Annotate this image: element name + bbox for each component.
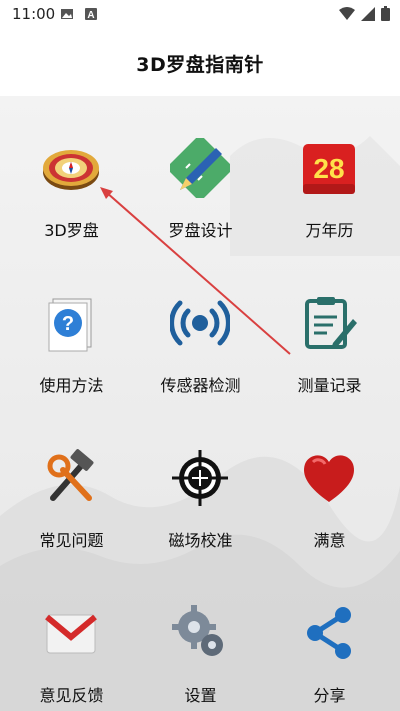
gear-icon [172,605,223,656]
notes-record-icon [305,297,357,349]
signal-icon [361,6,375,21]
help-document-icon: ? [48,298,92,352]
grid-item-label: 满意 [313,531,346,550]
tools-icon [47,449,94,501]
wifi-icon [339,6,355,20]
grid-item-calendar[interactable]: 28 万年历 [263,96,396,246]
grid-item-label: 分享 [313,686,346,705]
grid-item-label: 设置 [184,686,217,705]
grid-item-label: 常见问题 [39,531,104,550]
status-time: 11:00 [12,5,56,23]
grid-item-label: 使用方法 [39,376,104,395]
grid-item-3d-compass[interactable]: 3D罗盘 [5,96,138,246]
grid-item-label: 3D罗盘 [44,221,99,240]
grid-item-label: 意见反馈 [39,686,104,705]
compass-3d-icon [43,150,99,190]
grid-item-label: 测量记录 [297,376,362,395]
svg-text:A: A [87,10,94,21]
grid-item-label: 传感器检测 [160,376,241,395]
app-notification-icon: A [85,8,97,21]
feature-grid: 3D罗盘 罗盘设计 28 万年历 ? 使用方法 传感器检测 测量记录 常见问题 … [0,96,400,711]
status-bar: 11:00 A [0,0,400,28]
svg-text:?: ? [62,313,74,335]
app-bar: 3D罗盘指南针 [0,28,400,96]
grid-item-label: 磁场校准 [168,531,233,550]
grid-item-magnetic-calibration[interactable]: 磁场校准 [134,406,267,556]
gallery-icon [61,9,73,19]
grid-item-faq[interactable]: 常见问题 [5,406,138,556]
grid-item-usage[interactable]: ? 使用方法 [5,251,138,401]
calendar-icon: 28 [303,144,355,194]
grid-item-measure-record[interactable]: 测量记录 [263,251,396,401]
grid-item-sensor-check[interactable]: 传感器检测 [134,251,267,401]
heart-icon [304,455,354,502]
status-icons [339,6,390,21]
main-grid-area: 3D罗盘 罗盘设计 28 万年历 ? 使用方法 传感器检测 测量记录 常见问题 … [0,96,400,711]
grid-item-satisfied[interactable]: 满意 [263,406,396,556]
grid-item-feedback[interactable]: 意见反馈 [5,561,138,711]
grid-item-label: 罗盘设计 [168,221,233,240]
page-title: 3D罗盘指南针 [136,54,264,76]
grid-item-compass-design[interactable]: 罗盘设计 [134,96,267,246]
grid-item-label: 万年历 [305,221,354,240]
sensor-signal-icon [170,300,230,346]
mail-icon [45,614,97,654]
crosshair-icon [172,450,228,506]
calendar-day: 28 [313,153,344,184]
share-icon [307,607,351,659]
design-tools-icon [170,138,230,198]
grid-item-settings[interactable]: 设置 [134,561,267,711]
battery-icon [381,6,390,21]
grid-item-share[interactable]: 分享 [263,561,396,711]
